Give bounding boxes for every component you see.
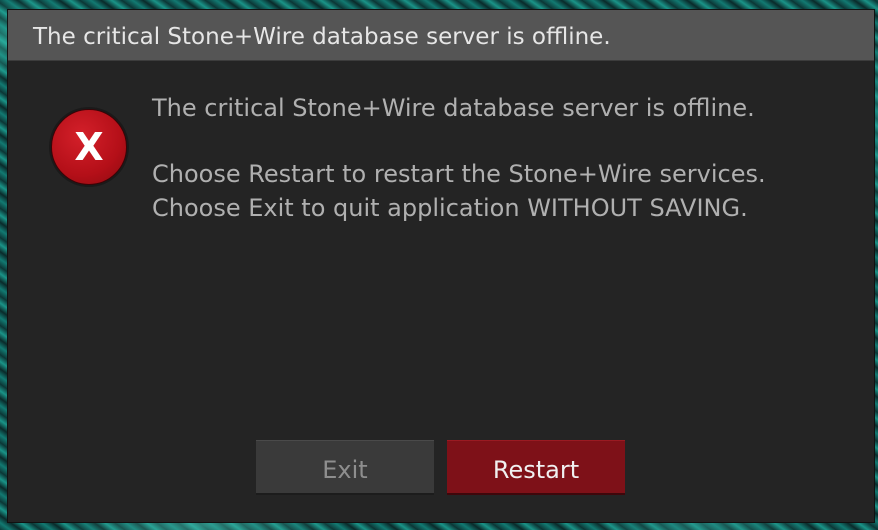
message-line-2: Choose Restart to restart the Stone+Wire…	[152, 160, 766, 188]
error-x-icon: X	[51, 109, 127, 185]
error-icon-glyph: X	[74, 125, 104, 169]
message-line-1: The critical Stone+Wire database server …	[152, 94, 755, 122]
exit-button[interactable]: Exit	[256, 440, 434, 495]
error-dialog: The critical Stone+Wire database server …	[8, 10, 874, 522]
dialog-titlebar: The critical Stone+Wire database server …	[8, 10, 874, 61]
dialog-title: The critical Stone+Wire database server …	[33, 24, 611, 50]
restart-button[interactable]: Restart	[447, 440, 625, 495]
message-line-3: Choose Exit to quit application WITHOUT …	[152, 194, 748, 222]
